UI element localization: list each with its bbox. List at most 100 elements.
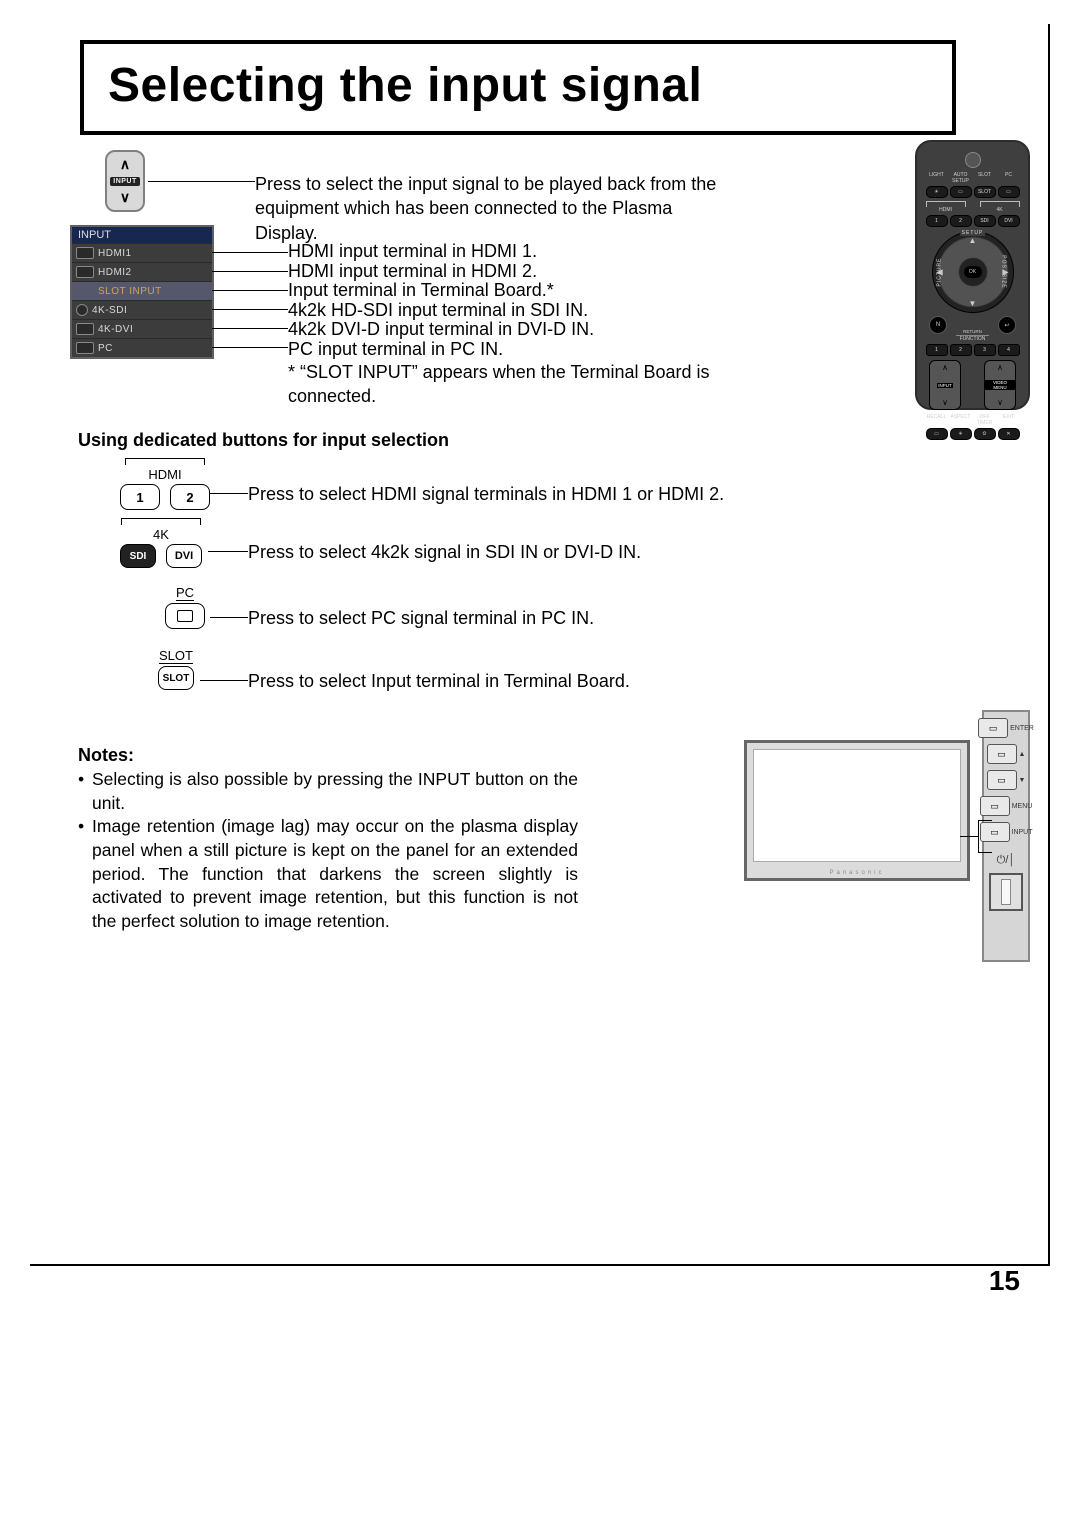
osd-input-menu: INPUT HDMI1 HDMI2 SLOT INPUT 4K-SDI 4K-D… <box>70 225 214 359</box>
remote-hdmi1-button: 1 <box>926 215 948 227</box>
remote-exit-button: ✕ <box>998 428 1020 440</box>
note-text: Image retention (image lag) may occur on… <box>92 815 578 933</box>
remote-f2-button: 2 <box>950 344 972 356</box>
remote-light-button: ☀ <box>926 186 948 198</box>
osd-row-descriptions: HDMI input terminal in HDMI 1. HDMI inpu… <box>288 242 708 359</box>
remote-f3-button: 3 <box>974 344 996 356</box>
osd-desc-hdmi1: HDMI input terminal in HDMI 1. <box>288 242 708 262</box>
osd-row-4k-sdi: 4K-SDI <box>72 300 212 319</box>
leader-line <box>210 617 248 618</box>
power-icon <box>965 152 981 168</box>
remote-offtimer-button: ⏲ <box>974 428 996 440</box>
up-chevron-icon: ∧ <box>120 156 130 173</box>
title-box: Selecting the input signal <box>80 40 956 135</box>
osd-desc-pc: PC input terminal in PC IN. <box>288 340 708 360</box>
remote-autosetup-button: ▭ <box>950 186 972 198</box>
up-chevron-icon: ∧ <box>942 363 948 372</box>
input-rocker-label: INPUT <box>110 177 140 186</box>
hdmi-button-cluster: HDMI 1 2 <box>120 458 210 510</box>
osd-row-slot-input: SLOT INPUT <box>72 281 212 300</box>
input-rocker-button: ∧ INPUT ∨ <box>105 150 145 212</box>
monitor-icon <box>177 610 193 622</box>
remote-ok-button: OK <box>964 266 982 278</box>
vga-port-icon <box>76 342 94 354</box>
osd-row-4k-dvi: 4K-DVI <box>72 319 212 338</box>
remote-label-slot: SLOT <box>974 172 996 184</box>
slot-label: SLOT <box>158 648 194 663</box>
sdi-button: SDI <box>120 544 156 568</box>
display-and-controls-illustration: Panasonic ▭ENTER ▭▲ ▭▼ ▭MENU ▭INPUT ⏻/│ <box>744 710 1030 962</box>
note-item: • Image retention (image lag) may occur … <box>78 815 578 933</box>
dvi-button: DVI <box>166 544 202 568</box>
remote-group-hdmi: HDMI <box>924 207 968 213</box>
bullet-icon: • <box>78 815 92 933</box>
osd-row-label: HDMI2 <box>98 267 132 278</box>
osd-header: INPUT <box>72 227 212 243</box>
unit-input-label: INPUT <box>1012 829 1033 836</box>
hdmi-cluster-desc: Press to select HDMI signal terminals in… <box>248 483 724 506</box>
remote-video-menu-rocker: ∧ VIDEO MENU ∨ <box>984 360 1016 410</box>
leader-line <box>212 290 288 291</box>
remote-pc-button: ▭ <box>998 186 1020 198</box>
unit-menu-button: ▭ <box>980 796 1010 816</box>
leader-line <box>212 328 288 329</box>
bracket-icon <box>121 518 201 525</box>
dvi-port-icon <box>76 323 94 335</box>
unit-menu-label: MENU <box>1012 803 1033 810</box>
slot-button: SLOT <box>158 666 194 690</box>
leader-line <box>212 347 288 348</box>
remote-label-autosetup: AUTO SETUP <box>950 172 972 184</box>
remote-input-rocker: ∧ INPUT ∨ <box>929 360 961 410</box>
down-arrow-icon: ▼ <box>1019 777 1026 784</box>
fourk-group-label: 4K <box>120 527 202 542</box>
slot-cluster-desc: Press to select Input terminal in Termin… <box>248 670 630 693</box>
osd-desc-4kdvi: 4k2k DVI-D input terminal in DVI-D IN. <box>288 320 708 340</box>
brand-label: Panasonic <box>747 870 967 876</box>
remote-aspect-button: ✳ <box>950 428 972 440</box>
bnc-port-icon <box>76 304 88 316</box>
up-arrow-icon: ▲ <box>969 236 977 245</box>
switch-slot-icon <box>1001 879 1011 905</box>
hdmi-port-icon <box>76 266 94 278</box>
fourk-cluster-desc: Press to select 4k2k signal in SDI IN or… <box>248 541 641 564</box>
remote-bottom-label-recall: RECALL <box>926 414 948 426</box>
right-arrow-icon: ▶ <box>1002 268 1008 277</box>
osd-desc-4ksdi: 4k2k HD-SDI input terminal in SDI IN. <box>288 301 708 321</box>
page-title: Selecting the input signal <box>108 58 928 113</box>
remote-sdi-button: SDI <box>974 215 996 227</box>
unit-control-panel: ▭ENTER ▭▲ ▭▼ ▭MENU ▭INPUT ⏻/│ <box>982 710 1030 962</box>
remote-rocker-videomenu-label: VIDEO MENU <box>985 380 1015 390</box>
remote-control-illustration: LIGHT AUTO SETUP SLOT PC ☀ ▭ SLOT ▭ HDMI… <box>915 140 1030 410</box>
remote-label-pc: PC <box>998 172 1020 184</box>
pc-label: PC <box>165 585 205 600</box>
leader-line <box>212 309 288 310</box>
leader-line <box>200 680 248 681</box>
leader-line <box>212 271 288 272</box>
remote-rocker-input-label: INPUT <box>937 383 953 388</box>
remote-bottom-label-offtimer: OFF TIMER <box>974 414 996 426</box>
bullet-icon: • <box>78 768 92 815</box>
remote-bottom-label-aspect: ASPECT <box>950 414 972 426</box>
bracket-icon <box>125 458 205 465</box>
osd-row-label: PC <box>98 343 113 354</box>
pc-button <box>165 603 205 629</box>
leader-line <box>208 551 248 552</box>
osd-row-label: SLOT INPUT <box>98 286 162 297</box>
page-number: 15 <box>989 1265 1020 1297</box>
notes-list: • Selecting is also possible by pressing… <box>78 768 578 933</box>
slot-button-cluster: SLOT SLOT <box>158 648 194 690</box>
note-item: • Selecting is also possible by pressing… <box>78 768 578 815</box>
hdmi-2-button: 2 <box>170 484 210 510</box>
osd-row-label: HDMI1 <box>98 248 132 259</box>
down-chevron-icon: ∨ <box>942 398 948 407</box>
up-arrow-icon: ▲ <box>1019 751 1026 758</box>
pc-cluster-desc: Press to select PC signal terminal in PC… <box>248 607 594 630</box>
unit-enter-button: ▭ <box>978 718 1008 738</box>
remote-slot-button: SLOT <box>974 186 996 198</box>
remote-recall-button: ▭ <box>926 428 948 440</box>
unit-power-switch <box>989 873 1023 911</box>
osd-row-label: 4K-DVI <box>98 324 133 335</box>
input-button-description: Press to select the input signal to be p… <box>255 172 725 245</box>
pc-button-cluster: PC <box>165 585 205 629</box>
remote-label-light: LIGHT <box>926 172 948 184</box>
